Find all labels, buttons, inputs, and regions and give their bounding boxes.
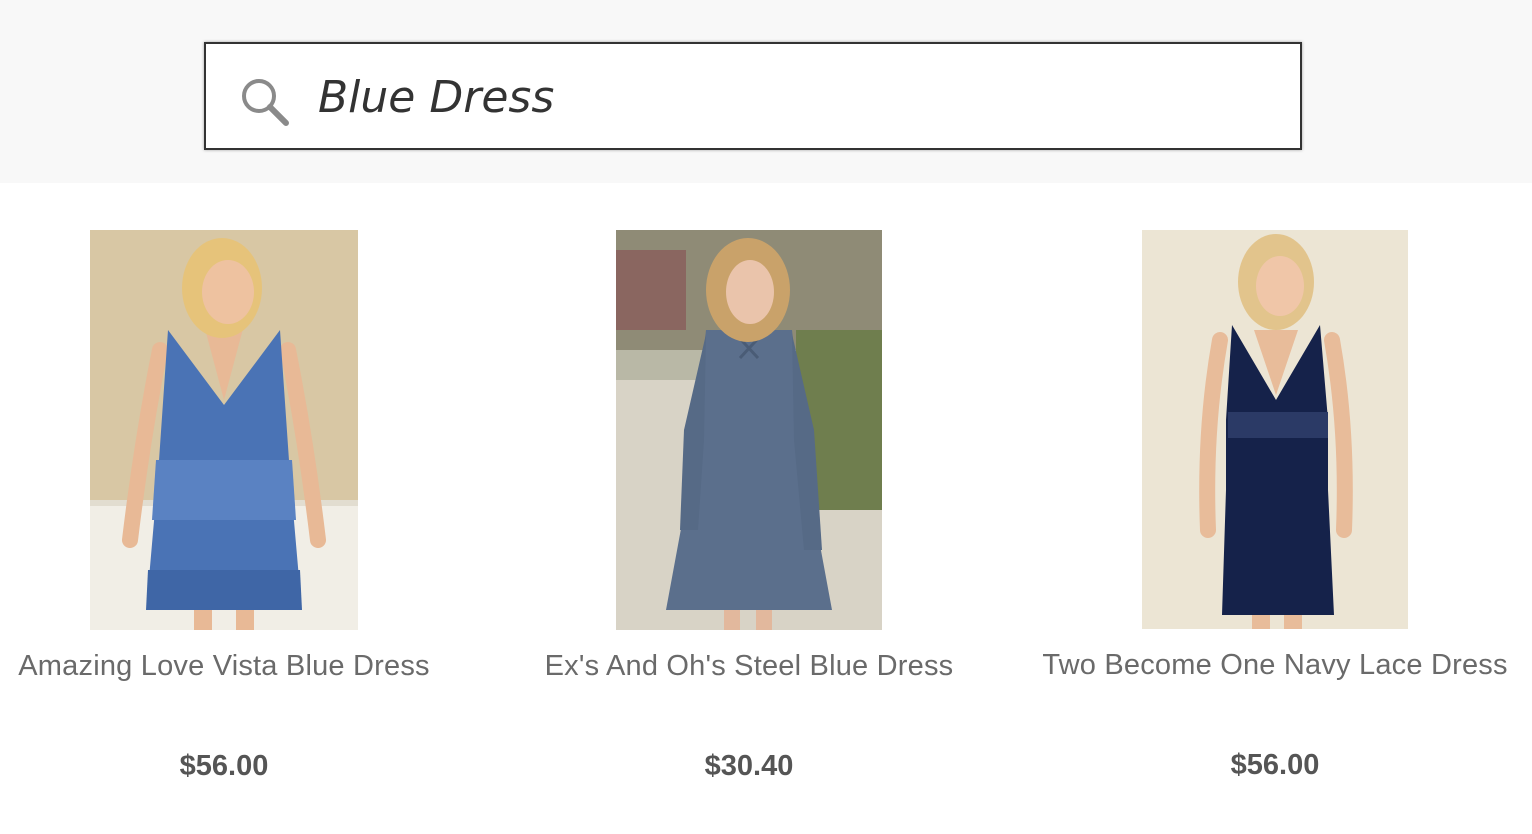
product-image[interactable]	[616, 230, 882, 630]
product-price: $30.40	[704, 750, 794, 782]
product-card[interactable]: Two Become One Navy Lace Dress $56.00	[1020, 0, 1530, 834]
product-image[interactable]	[1142, 230, 1408, 629]
product-image[interactable]	[90, 230, 358, 630]
product-price: $56.00	[1230, 749, 1320, 781]
product-name[interactable]: Ex's And Oh's Steel Blue Dress	[494, 650, 1004, 683]
product-name[interactable]: Two Become One Navy Lace Dress	[1020, 649, 1530, 682]
product-name[interactable]: Amazing Love Vista Blue Dress	[0, 650, 479, 683]
product-price: $56.00	[179, 750, 269, 782]
product-card[interactable]: Ex's And Oh's Steel Blue Dress $30.40	[494, 0, 1004, 834]
product-card[interactable]: Amazing Love Vista Blue Dress $56.00	[0, 0, 479, 834]
